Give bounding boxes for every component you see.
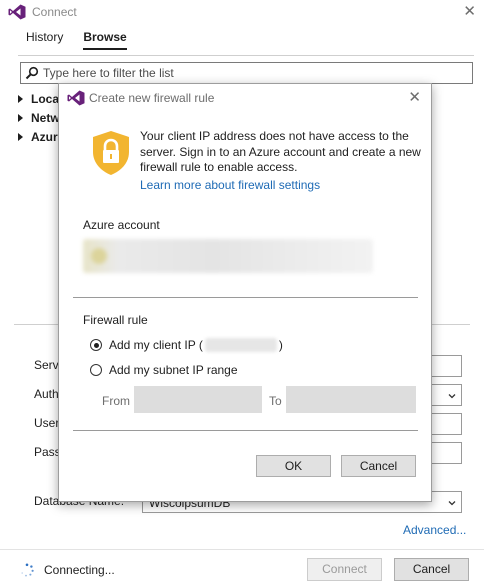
- learn-more-link[interactable]: Learn more about firewall settings: [140, 178, 320, 192]
- footer-divider: [0, 549, 484, 550]
- close-icon[interactable]: ✕: [463, 2, 476, 20]
- firewall-rule-label: Firewall rule: [83, 313, 148, 327]
- status-text: Connecting...: [44, 563, 115, 577]
- from-label: From: [102, 394, 130, 408]
- expand-arrow-icon[interactable]: [18, 94, 23, 103]
- account-avatar: [91, 248, 107, 264]
- radio-button[interactable]: [90, 364, 102, 376]
- tree-item-azure[interactable]: Azur: [18, 127, 60, 146]
- tab-browse[interactable]: Browse: [83, 28, 127, 50]
- client-ip-value: [204, 338, 277, 352]
- expand-arrow-icon[interactable]: [18, 132, 23, 141]
- close-icon[interactable]: ✕: [408, 88, 421, 106]
- tree-item-local[interactable]: Loca: [18, 89, 60, 108]
- lock-shield-icon: [93, 131, 129, 175]
- azure-account-selector[interactable]: [83, 239, 373, 273]
- chevron-down-icon: [448, 501, 456, 506]
- from-ip-field[interactable]: [134, 386, 262, 413]
- radio-client-ip-label: Add my client IP (: [109, 338, 203, 352]
- access-message: Your client IP address does not have acc…: [140, 129, 421, 174]
- filter-placeholder: Type here to filter the list: [43, 66, 174, 80]
- to-ip-field[interactable]: [286, 386, 416, 413]
- dialog-title: Create new firewall rule: [89, 91, 215, 105]
- visual-studio-logo-icon: [8, 4, 26, 20]
- expand-arrow-icon[interactable]: [18, 113, 23, 122]
- loading-spinner-icon: [21, 563, 34, 577]
- dialog-cancel-button[interactable]: Cancel: [341, 455, 416, 477]
- connect-button[interactable]: Connect: [307, 558, 382, 581]
- firewall-rule-dialog: Create new firewall rule ✕ Your client I…: [58, 83, 432, 502]
- chevron-down-icon: [448, 394, 456, 399]
- section-divider: [73, 297, 418, 298]
- radio-subnet-label: Add my subnet IP range: [109, 363, 238, 377]
- filter-input[interactable]: Type here to filter the list: [20, 62, 473, 84]
- cancel-button[interactable]: Cancel: [394, 558, 469, 581]
- tree-item-network[interactable]: Netw: [18, 108, 60, 127]
- server-tree: Loca Netw Azur: [18, 89, 60, 146]
- section-divider: [73, 430, 418, 431]
- user-name-label: User: [34, 416, 60, 430]
- title-bar: Connect ✕: [0, 0, 484, 24]
- radio-add-subnet[interactable]: Add my subnet IP range: [90, 363, 238, 377]
- to-label: To: [269, 394, 282, 408]
- tabs-divider: [18, 55, 474, 56]
- radio-add-client-ip[interactable]: Add my client IP ( ): [90, 338, 283, 352]
- window-title: Connect: [32, 5, 77, 19]
- password-label: Pass: [34, 445, 61, 459]
- authentication-label: Auth: [34, 387, 59, 401]
- advanced-link[interactable]: Advanced...: [403, 523, 466, 537]
- search-icon: [25, 66, 39, 80]
- server-name-label: Serv: [34, 358, 59, 372]
- tab-bar: History Browse: [26, 28, 127, 50]
- azure-account-label: Azure account: [83, 218, 160, 232]
- visual-studio-logo-icon: [67, 90, 85, 106]
- radio-button-checked[interactable]: [90, 339, 102, 351]
- radio-client-ip-label-end: ): [278, 338, 283, 352]
- tab-history[interactable]: History: [26, 28, 63, 50]
- ok-button[interactable]: OK: [256, 455, 331, 477]
